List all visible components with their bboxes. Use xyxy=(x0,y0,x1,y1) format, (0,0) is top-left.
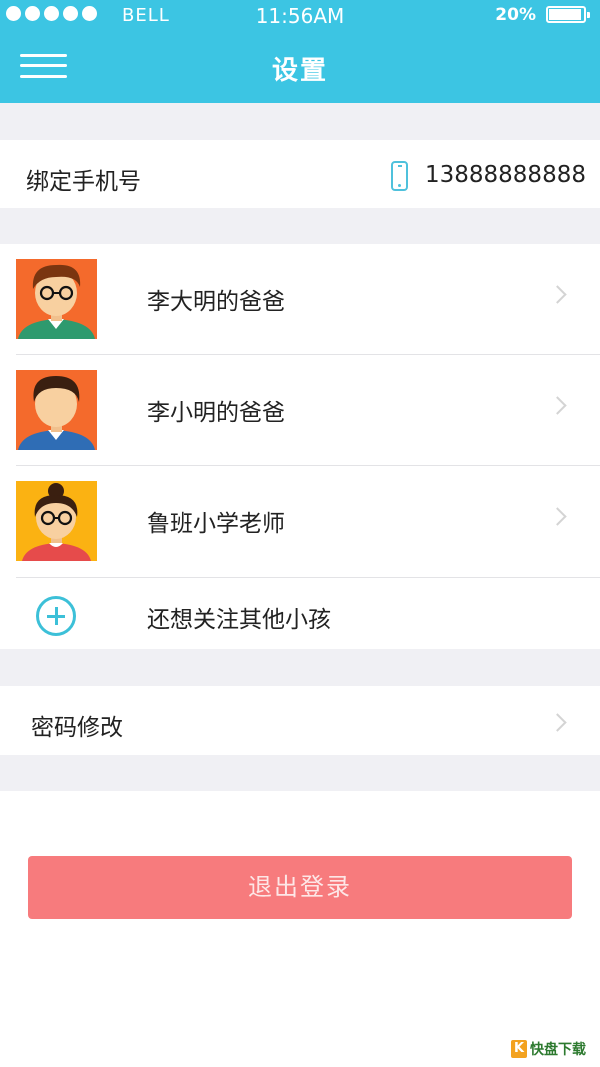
plus-circle-icon[interactable] xyxy=(36,596,76,636)
mobile-phone-icon xyxy=(391,161,408,191)
list-item-account-1[interactable]: 李大明的爸爸 xyxy=(0,244,600,354)
battery-percent: 20% xyxy=(495,5,536,25)
chevron-right-icon xyxy=(548,713,567,732)
boy-avatar xyxy=(16,370,97,450)
account-name: 鲁班小学老师 xyxy=(147,511,285,537)
add-child-label: 还想关注其他小孩 xyxy=(147,607,331,633)
list-item-account-3[interactable]: 鲁班小学老师 xyxy=(0,466,600,576)
boy-with-glasses-avatar xyxy=(16,259,97,339)
add-child-row[interactable]: 还想关注其他小孩 xyxy=(0,578,600,649)
password-change-row[interactable]: 密码修改 xyxy=(0,686,600,755)
watermark-k-icon: K xyxy=(511,1040,527,1058)
list-item-account-2[interactable]: 李小明的爸爸 xyxy=(0,355,600,465)
watermark-logo: K 快盘下载 xyxy=(511,1038,597,1062)
logout-button[interactable]: 退出登录 xyxy=(28,856,572,919)
status-bar: BELL 11:56AM 20% xyxy=(0,0,600,30)
watermark-text: 快盘下载 xyxy=(530,1042,586,1058)
account-name: 李小明的爸爸 xyxy=(147,400,285,426)
phone-binding-label: 绑定手机号 xyxy=(26,169,141,195)
phone-number-value: 13888888888 xyxy=(425,162,586,188)
chevron-right-icon xyxy=(548,285,567,304)
password-change-label: 密码修改 xyxy=(31,715,123,741)
account-name: 李大明的爸爸 xyxy=(147,289,285,315)
phone-binding-row[interactable]: 绑定手机号 13888888888 xyxy=(0,140,600,208)
girl-with-glasses-avatar xyxy=(16,481,97,561)
chevron-right-icon xyxy=(548,396,567,415)
chevron-right-icon xyxy=(548,507,567,526)
bottom-area xyxy=(0,791,600,1067)
battery-icon xyxy=(546,6,590,23)
page-title: 设置 xyxy=(271,56,328,86)
app-header: BELL 11:56AM 20% 设置 xyxy=(0,0,600,103)
